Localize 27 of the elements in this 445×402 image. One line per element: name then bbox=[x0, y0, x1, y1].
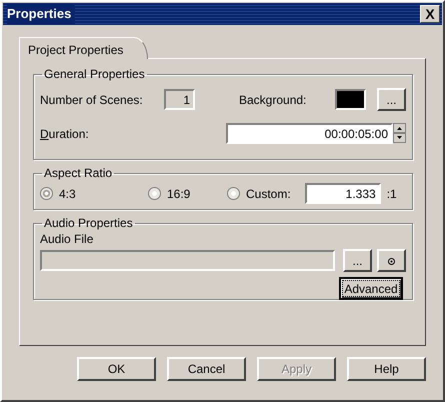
tab[interactable]: Project Properties bbox=[19, 37, 148, 59]
clear-button[interactable] bbox=[377, 249, 406, 272]
field-label: Background: bbox=[239, 92, 308, 108]
radio-option[interactable]: 16:9 bbox=[148, 184, 227, 202]
advanced-button[interactable]: Advanced bbox=[339, 277, 403, 300]
scenes-field: 1 bbox=[164, 89, 195, 110]
group-title: General Properties bbox=[43, 67, 146, 81]
field-label: Duration: bbox=[40, 126, 90, 142]
ratio-suffix: :1 bbox=[386, 186, 397, 202]
dialog-button[interactable]: Help bbox=[347, 357, 426, 381]
ratio-field[interactable]: 1.333 bbox=[304, 183, 381, 204]
close-button[interactable]: X bbox=[420, 5, 440, 23]
duration-field[interactable]: 00:00:05:00 bbox=[226, 123, 393, 144]
group-title: Audio Properties bbox=[43, 216, 134, 230]
color-swatch[interactable] bbox=[335, 89, 366, 110]
group-title: Aspect Ratio bbox=[43, 166, 114, 180]
browse-button[interactable]: ... bbox=[377, 88, 406, 111]
circle-dot-icon bbox=[388, 258, 395, 265]
spin-button[interactable] bbox=[393, 123, 406, 144]
field-label: Audio File bbox=[40, 231, 94, 248]
field-label: Number of Scenes: bbox=[40, 92, 144, 108]
browse-button[interactable]: ... bbox=[343, 249, 372, 272]
window-title: Properties bbox=[7, 4, 76, 24]
dialog-button[interactable]: OK bbox=[77, 357, 156, 381]
dialog-button[interactable]: Cancel bbox=[167, 357, 246, 381]
radio-option[interactable]: 4:3 bbox=[40, 184, 148, 202]
radio-option[interactable]: Custom: bbox=[227, 184, 291, 202]
